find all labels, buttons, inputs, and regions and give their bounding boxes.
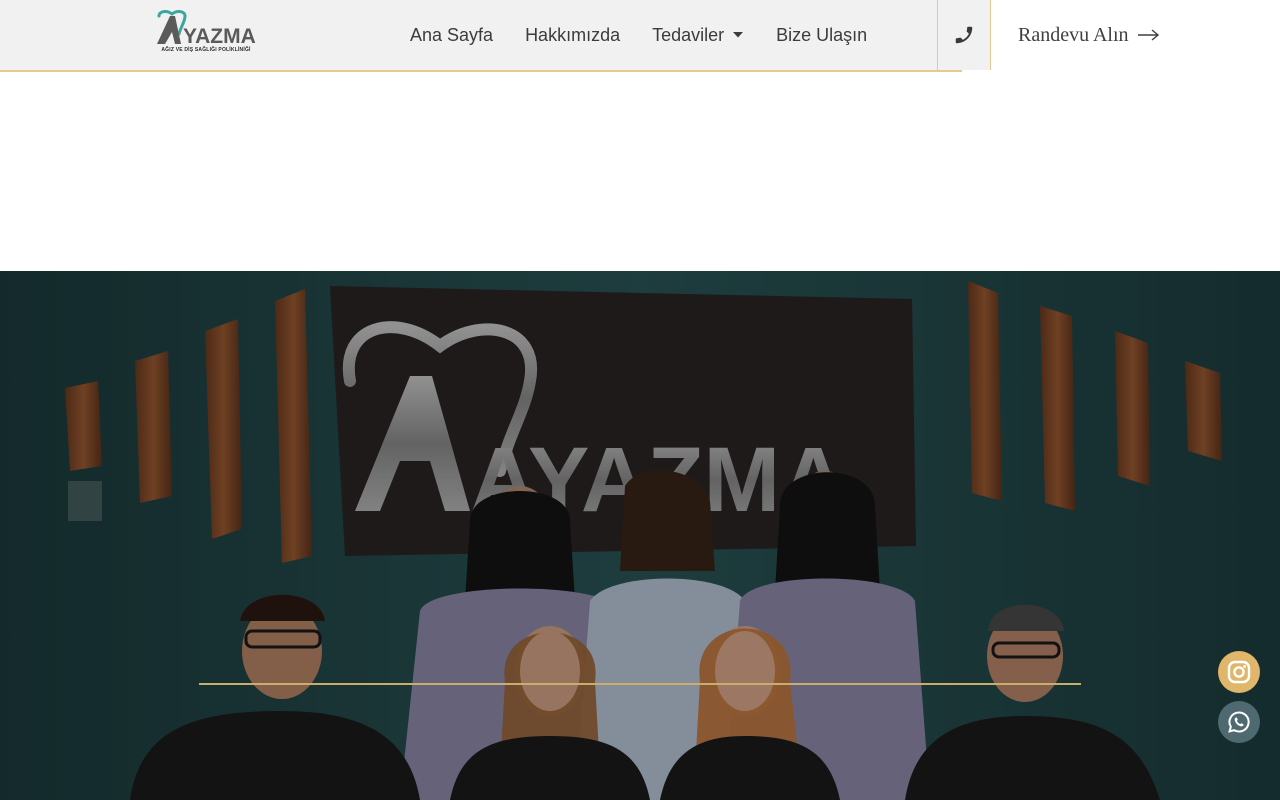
- nav-item-label: Hakkımızda: [525, 24, 621, 45]
- whatsapp-icon: [1228, 711, 1250, 733]
- logo[interactable]: YAZMA AĞIZ VE DİŞ SAĞLIĞI POLİKLİNİĞİ: [153, 10, 259, 56]
- header-underline: [0, 70, 962, 72]
- arrow-right-icon: [1137, 29, 1159, 41]
- hero-divider-line: [199, 683, 1081, 685]
- appointment-label: Randevu Alın: [1018, 23, 1129, 46]
- nav-item-label: Tedaviler: [652, 24, 725, 45]
- phone-icon: [955, 26, 973, 44]
- site-header: YAZMA AĞIZ VE DİŞ SAĞLIĞI POLİKLİNİĞİ An…: [0, 0, 1280, 70]
- nav-item-home[interactable]: Ana Sayfa: [394, 0, 509, 70]
- logo-wordmark: YAZMA: [183, 25, 256, 48]
- appointment-button[interactable]: Randevu Alın: [1018, 0, 1160, 70]
- team-photo: AYAZMA: [0, 271, 1280, 800]
- nav-item-label: Ana Sayfa: [410, 24, 494, 45]
- hero-team-photo: AYAZMA: [0, 271, 1280, 800]
- instagram-icon: [1227, 660, 1251, 684]
- logo-mark-icon: YAZMA: [157, 10, 256, 48]
- nav-item-about[interactable]: Hakkımızda: [509, 0, 636, 70]
- nav-item-label: Bize Ulaşın: [776, 24, 868, 45]
- nav-item-contact[interactable]: Bize Ulaşın: [760, 0, 883, 70]
- whatsapp-button[interactable]: [1218, 701, 1260, 743]
- phone-button[interactable]: [937, 0, 991, 70]
- main-nav: Ana Sayfa Hakkımızda Tedaviler Bize Ulaş…: [394, 0, 883, 70]
- logo-subtitle: AĞIZ VE DİŞ SAĞLIĞI POLİKLİNİĞİ: [161, 47, 251, 53]
- caret-down-icon: [733, 32, 744, 38]
- instagram-button[interactable]: [1218, 651, 1260, 693]
- nav-item-treatments[interactable]: Tedaviler: [636, 0, 760, 70]
